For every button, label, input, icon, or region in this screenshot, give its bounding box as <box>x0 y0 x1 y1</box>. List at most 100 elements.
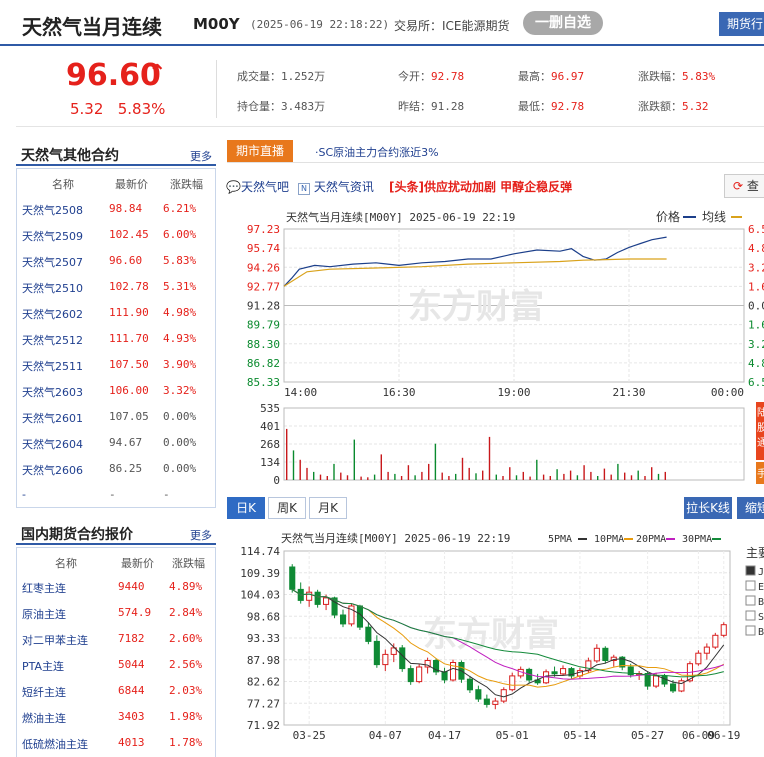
candle-body <box>475 689 482 700</box>
contract-row[interactable]: --- <box>17 482 217 508</box>
remove-watchlist-button[interactable]: 一删自选 <box>523 11 603 35</box>
intraday-header: 天然气当月连续[M00Y] 2025-06-19 22:19 <box>286 210 515 224</box>
contract-name[interactable]: 天然气2602 <box>22 306 83 322</box>
domestic-name[interactable]: 燃油主连 <box>22 710 66 726</box>
candle-body <box>560 668 567 675</box>
domestic-row[interactable]: 红枣主连 9440 4.89% <box>17 574 217 600</box>
contract-name[interactable]: 天然气2509 <box>22 228 83 244</box>
contract-name[interactable]: - <box>22 488 26 501</box>
stretch-kline-button[interactable]: 拉长K线 <box>684 497 732 519</box>
contract-name[interactable]: 天然气2603 <box>22 384 83 400</box>
contract-name[interactable]: 天然气2507 <box>22 254 83 270</box>
domestic-name[interactable]: PTA主连 <box>22 658 64 674</box>
volume-bar <box>515 475 518 480</box>
contract-row[interactable]: 天然气2604 94.67 0.00% <box>17 430 217 456</box>
domestic-name[interactable]: 低硫燃油主连 <box>22 736 88 752</box>
quote-field-value: 1.252万 <box>281 70 326 83</box>
contract-row[interactable]: 天然气2512 111.70 4.93% <box>17 326 217 352</box>
domestic-row[interactable]: 短纤主连 6844 2.03% <box>17 678 217 704</box>
domestic-row[interactable]: 低硫燃油主连 4013 1.78% <box>17 730 217 756</box>
domestic-name[interactable]: 对二甲苯主连 <box>22 632 88 648</box>
indicator-checkbox[interactable] <box>745 610 756 621</box>
indicator-checkbox[interactable] <box>745 595 756 606</box>
domestic-name[interactable]: 原油主连 <box>22 606 66 622</box>
kline-chart[interactable]: 天然气当月连续[M00Y] 2025-06-19 22:19 5PMA 10PMA… <box>226 524 764 744</box>
contract-name[interactable]: 天然气2606 <box>22 462 83 478</box>
quote-field-label: 涨跌幅： <box>638 70 682 83</box>
x-tick-label: 05-27 <box>631 729 664 742</box>
tab-live[interactable]: 期市直播 <box>227 140 293 162</box>
candle-body <box>703 646 710 654</box>
exchange-label: 交易所：ICE能源期货 <box>394 19 510 33</box>
contract-row[interactable]: 天然气2510 102.78 5.31% <box>17 274 217 300</box>
forum-link[interactable]: 💬天然气吧 <box>226 178 289 195</box>
indicator-checkbox[interactable] <box>745 580 756 591</box>
tab-weekly-k[interactable]: 周K <box>268 497 306 519</box>
quote-field: 涨跌幅：5.83% <box>638 68 715 84</box>
x-tick-label: 03-25 <box>293 729 326 742</box>
volume-tick-label: 535 <box>260 402 280 415</box>
domestic-name[interactable]: 短纤主连 <box>22 684 66 700</box>
quote-field-label: 今开： <box>398 70 431 83</box>
contract-row[interactable]: 天然气2507 96.60 5.83% <box>17 248 217 274</box>
y-tick-label: 71.92 <box>247 719 280 732</box>
quote-field-label: 最高： <box>518 70 551 83</box>
domestic-row[interactable]: 对二甲苯主连 7182 2.60% <box>17 626 217 652</box>
domestic-name[interactable]: 红枣主连 <box>22 580 66 596</box>
y-tick-label: 93.33 <box>247 632 280 645</box>
other-contracts-more-link[interactable]: 更多 <box>190 148 212 164</box>
tab-monthly-k[interactable]: 月K <box>309 497 347 519</box>
y-tick-label: 85.33 <box>247 376 280 389</box>
contract-name[interactable]: 天然气2601 <box>22 410 83 426</box>
indicator-checkbox[interactable] <box>745 565 756 576</box>
indicator-checkbox[interactable] <box>745 625 756 636</box>
news-link[interactable]: N 天然气资讯 <box>298 178 374 195</box>
domestic-row[interactable]: 原油主连 574.9 2.84% <box>17 600 217 626</box>
contract-name[interactable]: 天然气2512 <box>22 332 83 348</box>
headline-link[interactable]: [头条]供应扰动加剧 甲醇企稳反弹 <box>389 178 572 195</box>
contract-row[interactable]: 天然气2603 106.00 3.32% <box>17 378 217 404</box>
domestic-futures-more-link[interactable]: 更多 <box>190 527 212 543</box>
contract-name[interactable]: 天然气2510 <box>22 280 83 296</box>
volume-bar <box>428 463 430 480</box>
volume-bar <box>617 463 619 480</box>
volume-bar <box>380 454 382 480</box>
candle-body <box>314 591 321 605</box>
search-button[interactable]: ⟳ 查 <box>724 174 764 198</box>
volume-bar <box>319 474 322 480</box>
contract-row[interactable]: 天然气2509 102.45 6.00% <box>17 222 217 248</box>
live-news-item[interactable]: ·SC原油主力合约涨近3% <box>315 144 439 160</box>
contract-row[interactable]: 天然气2601 107.05 0.00% <box>17 404 217 430</box>
page-title: 天然气当月连续 <box>22 15 162 39</box>
contract-name[interactable]: 天然气2604 <box>22 436 83 452</box>
candle-body <box>407 668 414 683</box>
contract-name[interactable]: 天然气2508 <box>22 202 83 218</box>
contract-row[interactable]: 天然气2508 98.84 6.21% <box>17 196 217 222</box>
contract-change: 4.93% <box>163 332 197 345</box>
contract-change: 0.00% <box>163 436 197 449</box>
contract-change: 0.00% <box>163 410 197 423</box>
domestic-change: 1.78% <box>169 736 203 749</box>
contract-change: 4.98% <box>163 306 197 319</box>
contract-row[interactable]: 天然气2606 86.25 0.00% <box>17 456 217 482</box>
contract-row[interactable]: 天然气2602 111.90 4.98% <box>17 300 217 326</box>
quote-field-label: 成交量： <box>237 70 281 83</box>
contract-price: 98.84 <box>109 202 143 215</box>
volume-bar <box>482 470 484 480</box>
volume-bar <box>333 463 335 480</box>
contract-price: 86.25 <box>109 462 143 475</box>
header-bar: 天然气当月连续 M00Y (2025-06-19 22:18:22) 交易所：I… <box>0 0 764 46</box>
domestic-row[interactable]: PTA主连 5044 2.56% <box>17 652 217 678</box>
y-tick-label: 109.39 <box>240 567 280 580</box>
side-tab-char: 通 <box>757 437 764 449</box>
tab-daily-k[interactable]: 日K <box>227 497 265 519</box>
futures-quote-button[interactable]: 期货行 <box>719 12 764 36</box>
contract-row[interactable]: 天然气2511 107.50 3.90% <box>17 352 217 378</box>
shrink-kline-button[interactable]: 缩短 <box>737 497 764 519</box>
intraday-chart[interactable]: 天然气当月连续[M00Y] 2025-06-19 22:19 价格 均线 97.… <box>226 206 764 496</box>
domestic-row[interactable]: 燃油主连 3403 1.98% <box>17 704 217 730</box>
domestic-price: 5044 <box>118 658 145 671</box>
volume-bar <box>630 475 633 480</box>
quote-field-label: 最低： <box>518 100 551 113</box>
contract-name[interactable]: 天然气2511 <box>22 358 83 374</box>
